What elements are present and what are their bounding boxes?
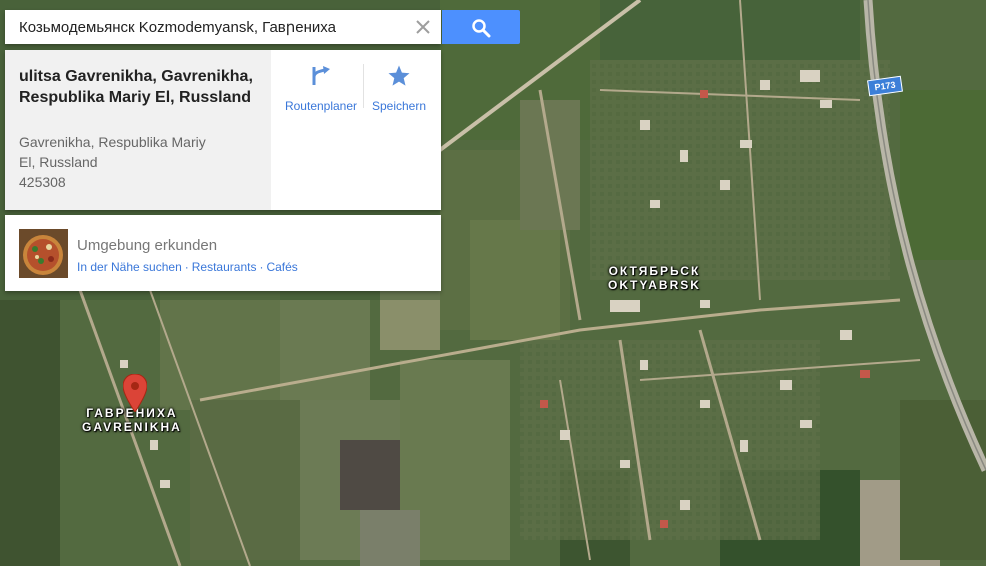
map-label-latin: OKTYABRSK [608, 278, 701, 292]
cafes-link[interactable]: Cafés [266, 260, 297, 274]
search-icon [472, 19, 491, 38]
address-line: Gavrenikha, Respublika Mariy [19, 134, 206, 150]
place-address: Gavrenikha, Respublika Mariy El, Russlan… [19, 132, 239, 192]
explore-links: In der Nähe suchen · Restaurants · Cafés [77, 260, 298, 274]
save-button[interactable]: Speichern [366, 64, 432, 113]
divider [363, 64, 364, 108]
nearby-search-link[interactable]: In der Nähe suchen [77, 260, 182, 274]
save-label: Speichern [371, 99, 427, 113]
place-title: ulitsa Gavrenikha, Gavrenikha, Respublik… [19, 68, 253, 106]
explore-title: Umgebung erkunden [77, 237, 218, 254]
address-line: El, Russland [19, 154, 98, 170]
search-input[interactable] [5, 10, 409, 44]
place-card: ulitsa Gavrenikha, Gavrenikha, Respublik… [5, 50, 441, 210]
star-icon [388, 65, 410, 86]
directions-button[interactable]: Routenplaner [279, 64, 363, 113]
restaurants-link[interactable]: Restaurants [192, 260, 257, 274]
search-button[interactable] [442, 10, 520, 44]
separator: · [259, 260, 264, 274]
map-pin-icon[interactable] [122, 373, 148, 413]
food-thumbnail[interactable] [19, 229, 68, 278]
explore-card: Umgebung erkunden In der Nähe suchen · Res… [5, 215, 441, 291]
close-icon[interactable] [413, 17, 433, 37]
map-label-latin: GAVRENIKHA [82, 420, 182, 434]
map-label-cyrillic: ОКТЯБРЬСК [608, 264, 701, 278]
search-box [5, 10, 441, 44]
directions-icon [312, 66, 330, 85]
postal-code: 425308 [19, 174, 66, 190]
directions-label: Routenplaner [284, 99, 358, 113]
separator: · [184, 260, 189, 274]
place-info: ulitsa Gavrenikha, Gavrenikha, Respublik… [5, 50, 271, 210]
search-bar [5, 10, 520, 44]
map-label-oktyabrsk: ОКТЯБРЬСК OKTYABRSK [608, 264, 701, 292]
